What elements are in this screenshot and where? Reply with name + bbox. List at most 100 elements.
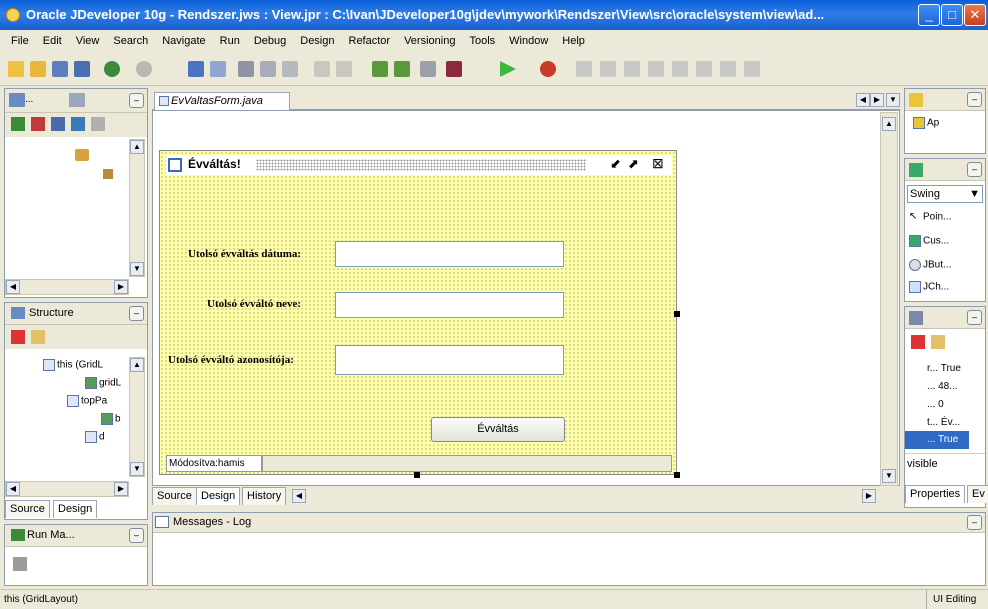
messages-minimize-button[interactable]: –	[967, 515, 982, 530]
hscroll-left-icon[interactable]: ◀	[292, 489, 306, 503]
menu-tools[interactable]: Tools	[462, 35, 502, 47]
menu-window[interactable]: Window	[502, 35, 555, 47]
hscroll-right-icon[interactable]: ▶	[862, 489, 876, 503]
step-out-icon[interactable]	[624, 61, 640, 77]
evvaltas-button[interactable]: Évváltás	[431, 417, 565, 442]
palette-item-jbutton[interactable]: JBut...	[909, 259, 951, 271]
step-into-icon[interactable]	[600, 61, 616, 77]
palette-item-jcheckbox[interactable]: JCh...	[909, 281, 949, 293]
menu-file[interactable]: File	[4, 35, 36, 47]
scroll-up-icon[interactable]: ▲	[130, 140, 144, 154]
add-icon[interactable]	[11, 117, 25, 131]
debug-icon[interactable]	[540, 61, 556, 77]
messages-log-title[interactable]: Messages - Log	[173, 516, 251, 528]
tree-node-ap[interactable]: Ap	[913, 117, 939, 129]
search-icon[interactable]	[51, 117, 65, 131]
scroll-left-icon[interactable]: ◀	[6, 280, 20, 294]
pin-icon[interactable]	[911, 335, 925, 349]
freeze-icon[interactable]	[31, 330, 45, 344]
rebuild-icon[interactable]	[394, 61, 410, 77]
scroll-right-icon[interactable]: ▶	[114, 482, 128, 496]
copy-icon[interactable]	[260, 61, 276, 77]
input-last-change-date[interactable]	[335, 241, 564, 267]
scroll-right-icon[interactable]: ▶	[114, 280, 128, 294]
chevron-down-icon[interactable]: ▼	[969, 186, 980, 202]
menu-versioning[interactable]: Versioning	[397, 35, 462, 47]
back-icon[interactable]	[104, 61, 120, 77]
tree-node-b[interactable]: b	[101, 413, 121, 425]
tab-history[interactable]: History	[242, 487, 287, 505]
tab-events[interactable]: Ev	[967, 485, 988, 503]
tab-properties[interactable]: Properties	[905, 485, 966, 503]
menu-search[interactable]: Search	[106, 35, 155, 47]
resize-handle-right[interactable]	[674, 311, 680, 317]
minimize-button[interactable]: _	[918, 4, 940, 26]
editor-tabs-right-icon[interactable]: ▶	[870, 93, 884, 107]
prop-row[interactable]: ... 48...	[927, 381, 958, 392]
pause-icon[interactable]	[696, 61, 712, 77]
palette-item-custom[interactable]: Cus...	[909, 235, 949, 247]
clean-icon[interactable]	[420, 61, 436, 77]
component-icon[interactable]	[909, 93, 923, 107]
scroll-down-icon[interactable]: ▼	[130, 262, 144, 276]
inspector-minimize-button[interactable]: –	[967, 310, 982, 325]
paste-icon[interactable]	[282, 61, 298, 77]
refresh-icon[interactable]	[71, 117, 85, 131]
menu-debug[interactable]: Debug	[247, 35, 293, 47]
new-icon[interactable]	[8, 61, 24, 77]
structure-vscroll[interactable]: ▲ ▼	[129, 357, 145, 477]
navigator-hscroll[interactable]: ◀ ▶	[5, 279, 129, 295]
close-button[interactable]: ✕	[964, 4, 986, 26]
structure-hscroll[interactable]: ◀ ▶	[5, 481, 129, 497]
open-icon[interactable]	[30, 61, 46, 77]
remove-icon[interactable]	[31, 117, 45, 131]
right-top-minimize-button[interactable]: –	[967, 92, 982, 107]
maximize-button[interactable]: □	[941, 4, 963, 26]
replace-icon[interactable]	[336, 61, 352, 77]
prop-row[interactable]: r... True	[927, 363, 961, 374]
input-last-changer-id[interactable]	[335, 345, 564, 375]
tab-structure-design[interactable]: Design	[53, 500, 98, 518]
prop-row-selected[interactable]: ... True	[905, 431, 969, 449]
tree-node-gridlayout[interactable]: gridL	[85, 377, 121, 389]
menu-edit[interactable]: Edit	[36, 35, 69, 47]
step-end-icon[interactable]	[648, 61, 664, 77]
menu-help[interactable]: Help	[555, 35, 592, 47]
terminate-icon[interactable]	[720, 61, 736, 77]
editor-tabs-left-icon[interactable]: ◀	[856, 93, 870, 107]
tree-node-d[interactable]: d	[85, 431, 105, 443]
menu-refactor[interactable]: Refactor	[342, 35, 398, 47]
undo-icon[interactable]	[188, 61, 204, 77]
save-all-icon[interactable]	[74, 61, 90, 77]
scroll-left-icon[interactable]: ◀	[6, 482, 20, 496]
structure-minimize-button[interactable]: –	[129, 306, 144, 321]
editor-tabs-list-icon[interactable]: ▼	[886, 93, 900, 107]
prop-row[interactable]: t... Év...	[927, 417, 960, 428]
navigator-minimize-button[interactable]: –	[129, 93, 144, 108]
run-manager-minimize-button[interactable]: –	[129, 528, 144, 543]
menu-design[interactable]: Design	[293, 35, 341, 47]
form-close-icon[interactable]: ⊠	[652, 155, 664, 172]
find-icon[interactable]	[314, 61, 330, 77]
properties-icon[interactable]	[91, 117, 105, 131]
palette-item-pointer[interactable]: ↖ Poin...	[909, 211, 951, 223]
menu-navigate[interactable]: Navigate	[155, 35, 212, 47]
tree-node-toppanel[interactable]: topPa	[67, 395, 107, 407]
scroll-up-icon[interactable]: ▲	[882, 117, 896, 131]
palette-minimize-button[interactable]: –	[967, 162, 982, 177]
tree-node-this[interactable]: this (GridL	[43, 359, 103, 371]
menu-run[interactable]: Run	[213, 35, 247, 47]
navigator-vscroll[interactable]: ▲ ▼	[129, 139, 145, 277]
scroll-down-icon[interactable]: ▼	[130, 462, 144, 476]
garbage-collect-icon[interactable]	[744, 61, 760, 77]
forward-icon[interactable]	[136, 61, 152, 77]
cut-icon[interactable]	[238, 61, 254, 77]
step-over-icon[interactable]	[576, 61, 592, 77]
resize-handle-corner[interactable]	[674, 472, 680, 478]
form-maximize-icon[interactable]: ⬈	[628, 156, 639, 172]
scroll-up-icon[interactable]: ▲	[130, 358, 144, 372]
tab-source[interactable]: Source	[152, 487, 197, 505]
deploy-icon[interactable]	[446, 61, 462, 77]
save-icon[interactable]	[52, 61, 68, 77]
applications-tab-icon[interactable]	[9, 93, 25, 107]
